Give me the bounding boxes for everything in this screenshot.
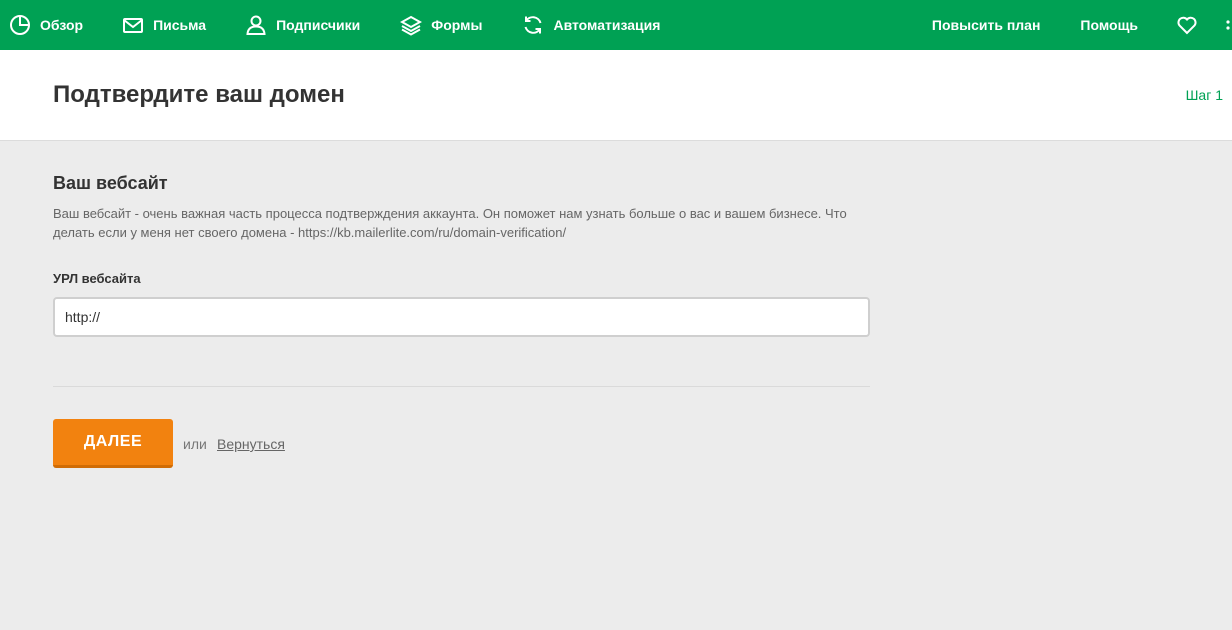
back-link[interactable]: Вернуться xyxy=(217,436,285,452)
section-title: Ваш вебсайт xyxy=(53,173,168,193)
page-header: Подтвердите ваш домен Шаг 1 xyxy=(0,50,1232,141)
url-field-label: УРЛ вебсайта xyxy=(53,271,141,286)
next-button[interactable]: ДАЛЕЕ xyxy=(53,419,173,468)
section-description: Ваш вебсайт - очень важная часть процесс… xyxy=(53,206,847,240)
nav-item-overview[interactable]: Обзор xyxy=(9,0,83,50)
heart-icon[interactable] xyxy=(1176,14,1198,36)
secondary-nav: Повысить план Помощь xyxy=(932,0,1232,50)
top-navigation-bar: Обзор Письма Подписчики Формы Автоматиза… xyxy=(0,0,1232,50)
step-indicator: Шаг 1 xyxy=(1185,87,1223,103)
nav-item-label: Обзор xyxy=(40,17,84,33)
help-link[interactable]: Помощь xyxy=(1080,17,1138,33)
nav-item-forms[interactable]: Формы xyxy=(400,0,482,50)
or-text: или xyxy=(183,436,207,452)
envelope-icon xyxy=(122,14,144,36)
nav-item-subscribers[interactable]: Подписчики xyxy=(245,0,360,50)
nav-item-automation[interactable]: Автоматизация xyxy=(522,0,660,50)
layers-icon xyxy=(400,14,423,36)
more-icon[interactable] xyxy=(1218,14,1232,36)
pie-chart-icon xyxy=(9,14,31,36)
divider xyxy=(53,386,870,387)
main-nav: Обзор Письма Подписчики Формы Автоматиза… xyxy=(0,0,660,50)
nav-item-letters[interactable]: Письма xyxy=(122,0,206,50)
nav-item-label: Формы xyxy=(431,17,483,33)
nav-item-label: Автоматизация xyxy=(553,17,661,33)
user-icon xyxy=(245,14,267,36)
page-title: Подтвердите ваш домен xyxy=(53,81,345,108)
nav-item-label: Подписчики xyxy=(276,17,361,33)
nav-item-label: Письма xyxy=(153,17,207,33)
website-url-input[interactable] xyxy=(53,297,870,337)
upgrade-plan-link[interactable]: Повысить план xyxy=(932,17,1041,33)
refresh-icon xyxy=(522,14,544,36)
